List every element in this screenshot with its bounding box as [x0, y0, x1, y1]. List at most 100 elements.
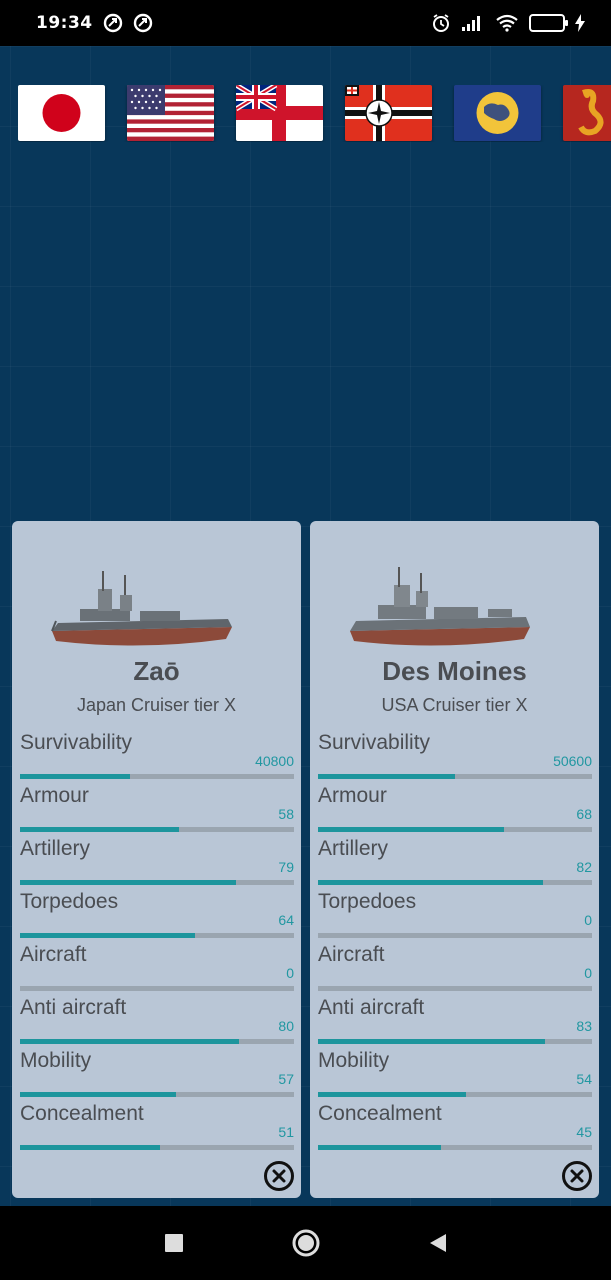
stat-value: 79	[278, 859, 294, 875]
stat-label: Anti aircraft	[318, 996, 425, 1019]
stat-bar-fill	[318, 827, 505, 832]
stat-value: 64	[278, 912, 294, 928]
stat-bar	[20, 933, 294, 938]
stat-value: 50600	[553, 753, 592, 769]
stat-artillery: Artillery 79	[20, 837, 294, 890]
ship-card-des-moines: Des Moines USA Cruiser tier X Survivabil…	[310, 521, 599, 1198]
stat-bar	[318, 1145, 592, 1150]
stat-bar	[318, 1039, 592, 1044]
usa-flag-icon[interactable]	[127, 85, 214, 141]
stat-bar	[318, 774, 592, 779]
stat-aircraft: Aircraft 0	[20, 943, 294, 996]
charging-icon	[575, 14, 585, 32]
remove-ship-button[interactable]	[561, 1160, 593, 1192]
stat-armour: Armour 58	[20, 784, 294, 837]
stat-bar-fill	[20, 1145, 160, 1150]
status-bar: 19:34 46	[0, 0, 611, 46]
stat-value: 68	[576, 806, 592, 822]
home-button[interactable]	[286, 1223, 326, 1263]
stat-bar	[20, 1145, 294, 1150]
stat-mobility: Mobility 54	[318, 1049, 592, 1102]
stat-bar-fill	[318, 1092, 466, 1097]
stat-bar-fill	[318, 774, 455, 779]
stat-label: Armour	[20, 784, 89, 807]
status-right: 46	[431, 13, 585, 33]
stat-value: 45	[576, 1124, 592, 1140]
recents-button[interactable]	[154, 1223, 194, 1263]
stat-value: 54	[576, 1071, 592, 1087]
nation-flags-row[interactable]	[18, 85, 611, 142]
stat-label: Aircraft	[318, 943, 385, 966]
stat-label: Mobility	[20, 1049, 92, 1072]
stat-bar-fill	[318, 1039, 546, 1044]
stat-bar	[20, 880, 294, 885]
stat-concealment: Concealment 51	[20, 1102, 294, 1155]
stat-label: Concealment	[20, 1102, 144, 1125]
stat-bar-fill	[318, 880, 543, 885]
stat-anti-aircraft: Anti aircraft 83	[318, 996, 592, 1049]
alarm-icon	[431, 13, 451, 33]
stat-bar	[318, 1092, 592, 1097]
stat-survivability: Survivability 50600	[318, 731, 592, 784]
pan-asia-flag-icon[interactable]	[563, 85, 611, 141]
ship-name: Zaō	[133, 656, 180, 686]
stat-label: Mobility	[318, 1049, 390, 1072]
back-triangle-icon	[429, 1234, 446, 1252]
stat-label: Survivability	[318, 731, 431, 754]
stat-bar-fill	[20, 1039, 240, 1044]
stat-bar	[20, 827, 294, 832]
battery-icon: 46	[529, 14, 568, 32]
ship-image	[51, 571, 232, 646]
close-icon	[264, 1161, 294, 1191]
status-left: 19:34	[36, 13, 153, 33]
japan-flag-icon[interactable]	[18, 85, 105, 141]
status-time: 19:34	[36, 13, 93, 33]
stat-label: Survivability	[20, 731, 133, 754]
circle-icon	[292, 1229, 319, 1257]
square-icon	[164, 1234, 183, 1252]
stat-armour: Armour 68	[318, 784, 592, 837]
stat-label: Torpedoes	[318, 890, 417, 913]
stat-value: 82	[576, 859, 592, 875]
stat-label: Armour	[318, 784, 387, 807]
ship-card-zao: Zaō Japan Cruiser tier X Survivability 4…	[12, 521, 301, 1198]
stat-bar	[20, 1092, 294, 1097]
stat-bar	[318, 880, 592, 885]
stat-label: Artillery	[318, 837, 389, 860]
stat-bar	[20, 774, 294, 779]
close-icon	[562, 1161, 592, 1191]
stat-bar-fill	[20, 827, 179, 832]
ship-name: Des Moines	[382, 656, 527, 686]
europe-flag-icon[interactable]	[454, 85, 541, 141]
sync-icon	[103, 13, 123, 33]
stat-label: Concealment	[318, 1102, 442, 1125]
remove-ship-button[interactable]	[263, 1160, 295, 1192]
battery-level: 46	[546, 16, 563, 30]
stat-bar	[20, 986, 294, 991]
wifi-icon	[495, 14, 519, 32]
stat-value: 83	[576, 1018, 592, 1034]
stat-bar-fill	[318, 1145, 442, 1150]
uk-flag-icon[interactable]	[236, 85, 323, 141]
sync-icon	[133, 13, 153, 33]
ship-image	[350, 567, 530, 646]
stat-bar	[318, 827, 592, 832]
germany-flag-icon[interactable]	[345, 85, 432, 141]
stat-concealment: Concealment 45	[318, 1102, 592, 1155]
signal-icon	[461, 14, 485, 32]
stat-value: 58	[278, 806, 294, 822]
stat-aircraft: Aircraft 0	[318, 943, 592, 996]
stat-value: 0	[584, 912, 592, 928]
stat-value: 0	[584, 965, 592, 981]
stat-torpedoes: Torpedoes 64	[20, 890, 294, 943]
stat-label: Aircraft	[20, 943, 87, 966]
stat-bar	[318, 986, 592, 991]
back-button[interactable]	[418, 1223, 458, 1263]
stat-bar	[20, 1039, 294, 1044]
stat-mobility: Mobility 57	[20, 1049, 294, 1102]
stat-torpedoes: Torpedoes 0	[318, 890, 592, 943]
stat-label: Torpedoes	[20, 890, 119, 913]
stat-label: Artillery	[20, 837, 91, 860]
stat-artillery: Artillery 82	[318, 837, 592, 890]
stat-value: 80	[278, 1018, 294, 1034]
